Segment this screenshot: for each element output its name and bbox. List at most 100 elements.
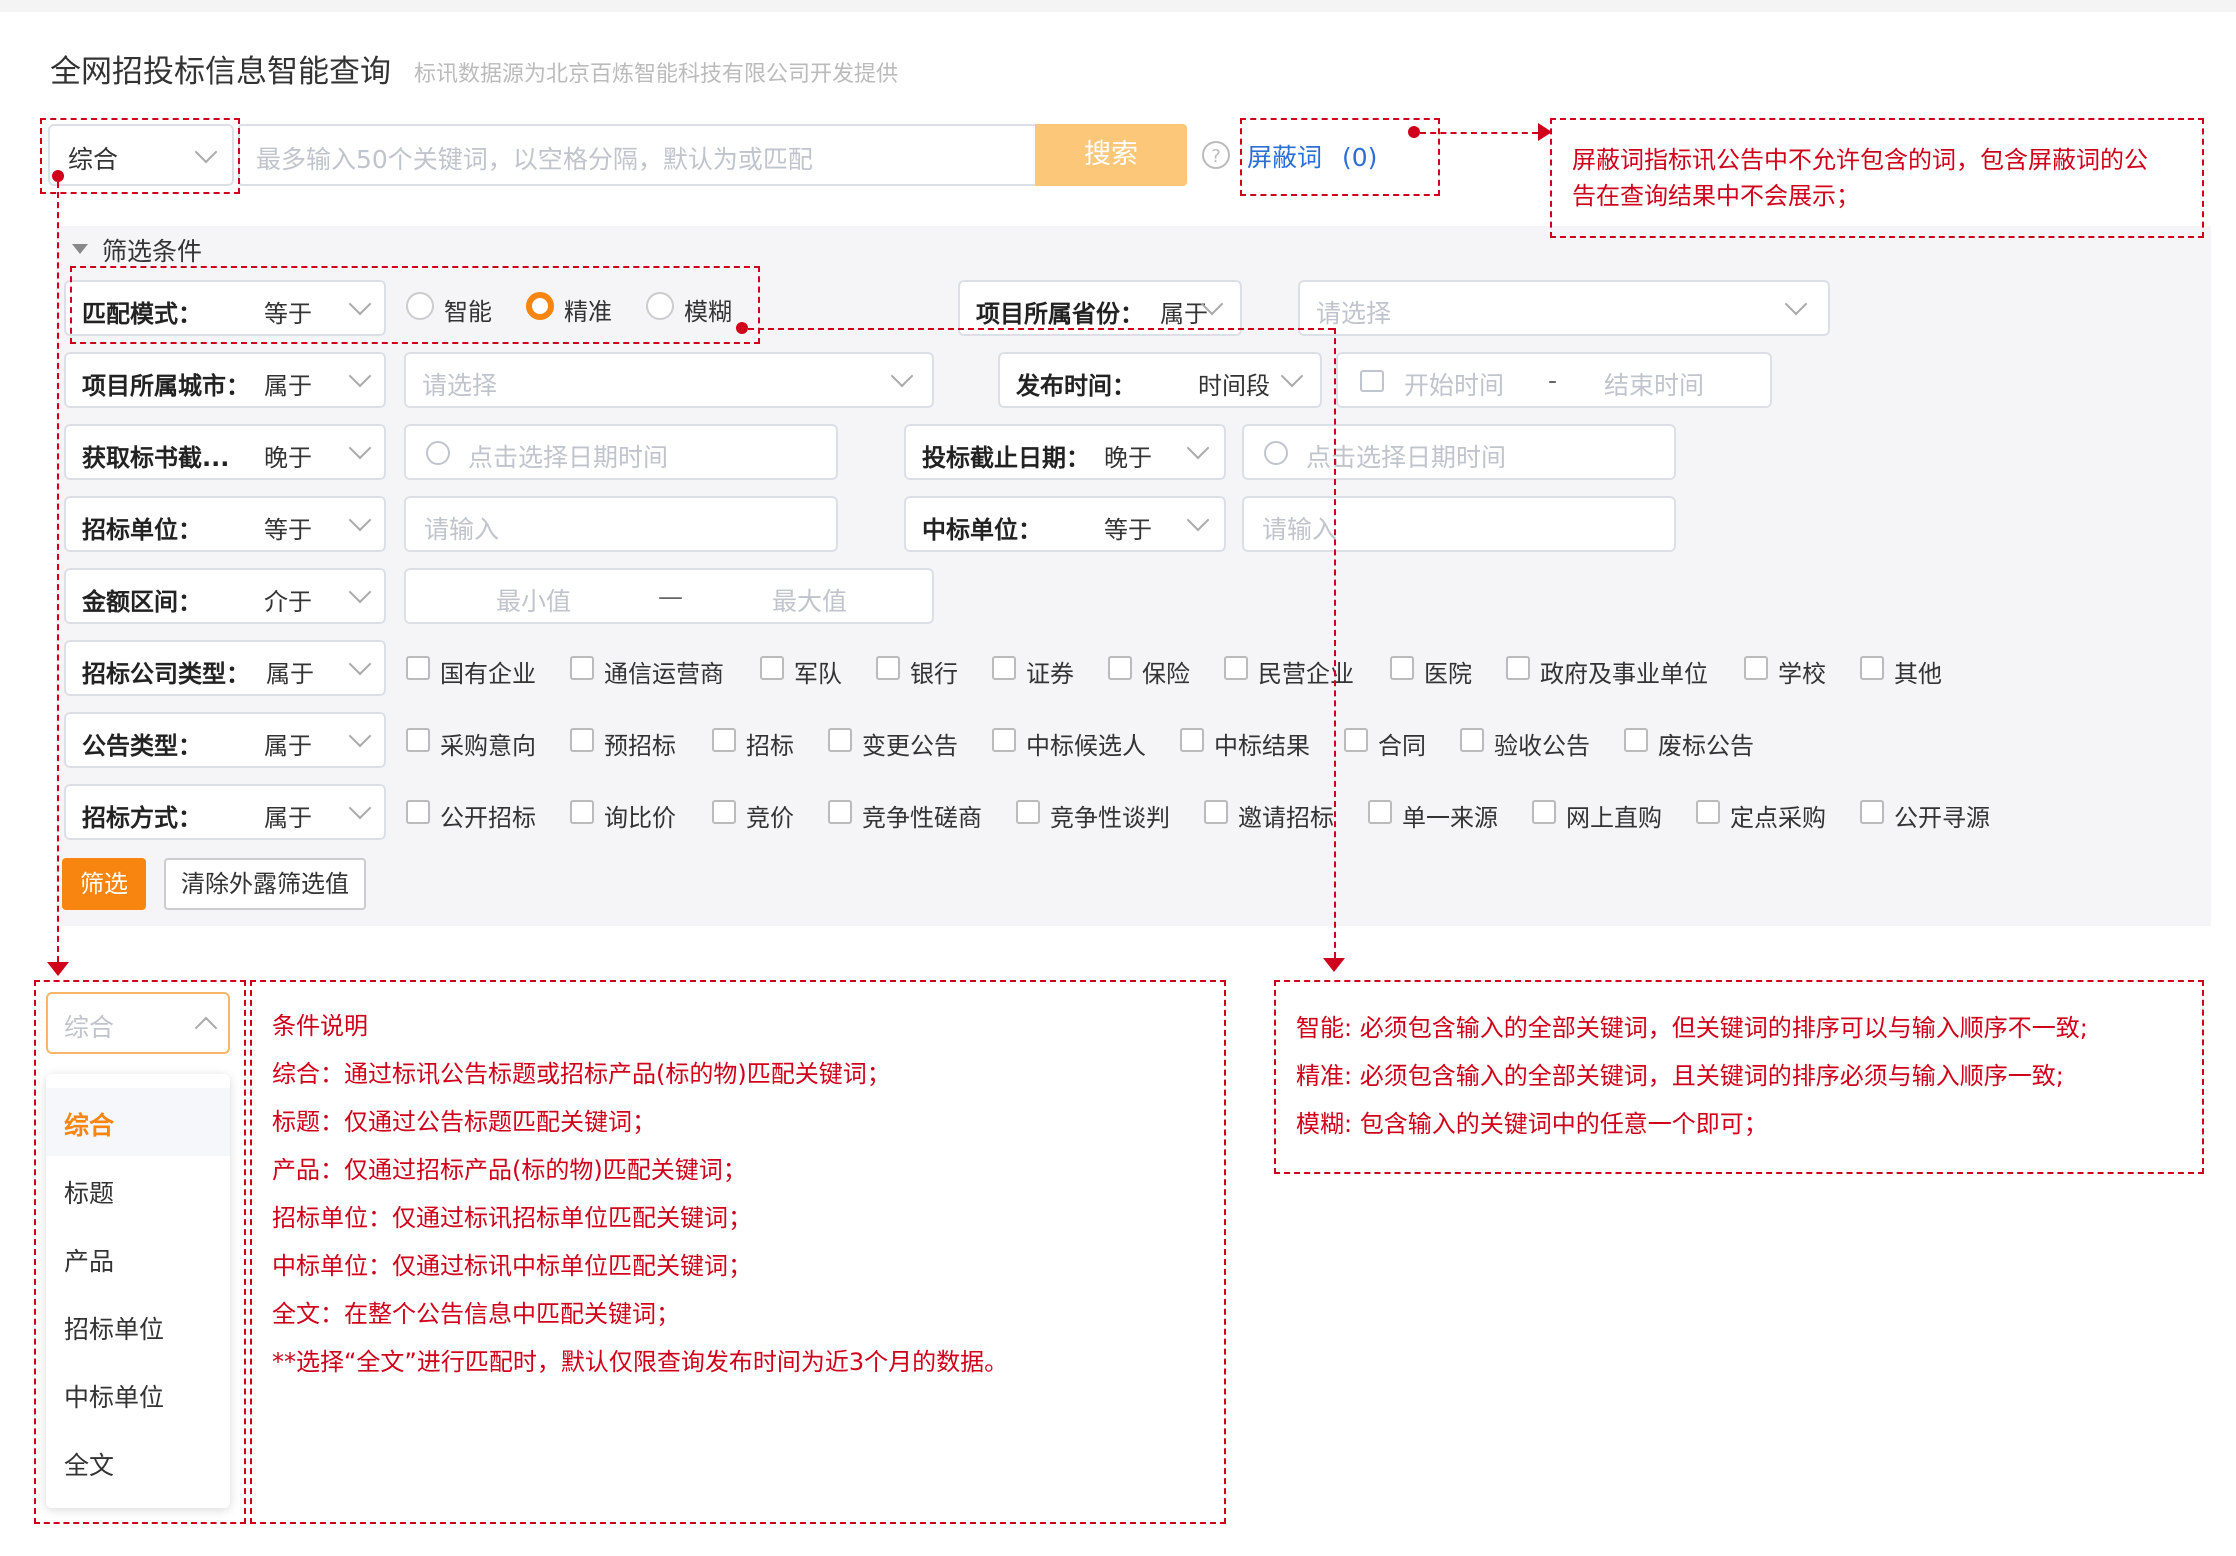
checkbox-label: 学校	[1778, 660, 1826, 688]
checkbox-label: 军队	[794, 660, 842, 688]
checkbox[interactable]	[1532, 800, 1556, 824]
doc-deadline-field[interactable]: 获取标书截... 晚于	[64, 424, 386, 480]
checkbox[interactable]	[712, 800, 736, 824]
amount-field[interactable]: 金额区间： 介于	[64, 568, 386, 624]
checkbox[interactable]	[406, 800, 430, 824]
checkbox-label: 询比价	[604, 804, 676, 832]
amount-range[interactable]: 最小值 — 最大值	[404, 568, 934, 624]
condition-note-line: 中标单位：仅通过标讯中标单位匹配关键词；	[272, 1252, 752, 1280]
province-placeholder: 请选择	[1316, 299, 1392, 328]
checkbox-label: 公开招标	[440, 804, 536, 832]
collapse-triangle-icon[interactable]	[72, 244, 88, 254]
condition-note-line: **选择“全文”进行匹配时，默认仅限查询发布时间为近3个月的数据。	[272, 1348, 1009, 1376]
company-type-field[interactable]: 招标公司类型： 属于	[64, 640, 386, 696]
checkbox[interactable]	[570, 800, 594, 824]
condition-note-line: 标题：仅通过公告标题匹配关键词；	[272, 1108, 656, 1136]
checkbox[interactable]	[876, 656, 900, 680]
winner-field[interactable]: 中标单位： 等于	[904, 496, 1226, 552]
checkbox[interactable]	[1016, 800, 1040, 824]
search-button[interactable]: 搜索	[1035, 124, 1187, 186]
doc-deadline-picker[interactable]: 点击选择日期时间	[404, 424, 838, 480]
chevron-down-icon	[1784, 292, 1808, 316]
checkbox-label: 验收公告	[1494, 732, 1590, 760]
checkbox[interactable]	[1860, 656, 1884, 680]
chevron-down-icon	[348, 364, 372, 388]
checkbox[interactable]	[1390, 656, 1414, 680]
checkbox[interactable]	[406, 656, 430, 680]
checkbox[interactable]	[992, 656, 1016, 680]
amount-min-placeholder[interactable]: 最小值	[496, 582, 571, 618]
bid-deadline-picker[interactable]: 点击选择日期时间	[1242, 424, 1676, 480]
publish-time-op: 时间段	[1198, 372, 1270, 400]
annotation-box-dropdown	[34, 980, 246, 1524]
chevron-down-icon	[348, 436, 372, 460]
checkbox[interactable]	[1624, 728, 1648, 752]
search-input[interactable]: 最多输入50个关键词，以空格分隔，默认为或匹配	[238, 124, 1038, 186]
bid-deadline-field[interactable]: 投标截止日期： 晚于	[904, 424, 1226, 480]
checkbox[interactable]	[1224, 656, 1248, 680]
checkbox[interactable]	[1344, 728, 1368, 752]
checkbox[interactable]	[406, 728, 430, 752]
condition-note-line: 产品：仅通过招标产品(标的物)匹配关键词；	[272, 1156, 747, 1184]
mask-note-line: 告在查询结果中不会展示；	[1572, 182, 1860, 210]
checkbox[interactable]	[1204, 800, 1228, 824]
checkbox[interactable]	[570, 656, 594, 680]
tenderer-field[interactable]: 招标单位： 等于	[64, 496, 386, 552]
checkbox-label: 竞争性谈判	[1050, 804, 1170, 832]
publish-date-range[interactable]: 开始时间 - 结束时间	[1336, 352, 1772, 408]
chevron-down-icon	[348, 652, 372, 676]
chevron-down-icon	[348, 724, 372, 748]
annotation-line	[1334, 328, 1336, 958]
publish-time-field[interactable]: 发布时间： 时间段	[998, 352, 1322, 408]
checkbox[interactable]	[1860, 800, 1884, 824]
filter-button[interactable]: 筛选	[62, 858, 146, 910]
checkbox[interactable]	[1460, 728, 1484, 752]
condition-note-line: 综合：通过标讯公告标题或招标产品(标的物)匹配关键词；	[272, 1060, 891, 1088]
city-placeholder: 请选择	[422, 371, 498, 400]
amount-max-placeholder[interactable]: 最大值	[772, 582, 847, 618]
doc-deadline-label: 获取标书截...	[82, 444, 230, 472]
clock-icon	[426, 441, 450, 465]
help-icon[interactable]: ?	[1202, 141, 1230, 169]
checkbox[interactable]	[1180, 728, 1204, 752]
checkbox[interactable]	[712, 728, 736, 752]
chevron-down-icon	[1280, 364, 1304, 388]
range-separator: -	[1548, 366, 1558, 395]
checkbox[interactable]	[828, 800, 852, 824]
notice-type-op: 属于	[264, 732, 312, 760]
city-op: 属于	[264, 372, 312, 400]
chevron-down-icon	[348, 796, 372, 820]
search-input-placeholder: 最多输入50个关键词，以空格分隔，默认为或匹配	[256, 145, 813, 174]
publish-time-label: 发布时间：	[1016, 372, 1136, 400]
tenderer-input[interactable]: 请输入	[404, 496, 838, 552]
page-subtitle: 标讯数据源为北京百炼智能科技有限公司开发提供	[414, 62, 899, 87]
checkbox-label: 政府及事业单位	[1540, 660, 1708, 688]
checkbox[interactable]	[1696, 800, 1720, 824]
checkbox[interactable]	[992, 728, 1016, 752]
bid-method-field[interactable]: 招标方式： 属于	[64, 784, 386, 840]
checkbox[interactable]	[1108, 656, 1132, 680]
condition-note-line: 招标单位：仅通过标讯招标单位匹配关键词；	[272, 1204, 752, 1232]
winner-input[interactable]: 请输入	[1242, 496, 1676, 552]
checkbox-label: 公开寻源	[1894, 804, 1990, 832]
checkbox-label: 竞争性磋商	[862, 804, 982, 832]
checkbox[interactable]	[1368, 800, 1392, 824]
annotation-arrow	[47, 962, 69, 976]
clear-filters-button[interactable]: 清除外露筛选值	[164, 858, 366, 910]
winner-label: 中标单位：	[922, 516, 1042, 544]
checkbox-label: 证券	[1026, 660, 1074, 688]
match-note-line: 模糊: 包含输入的关键词中的任意一个即可；	[1296, 1110, 1768, 1138]
checkbox[interactable]	[570, 728, 594, 752]
city-field[interactable]: 项目所属城市： 属于	[64, 352, 386, 408]
city-select[interactable]: 请选择	[404, 352, 934, 408]
notice-type-field[interactable]: 公告类型： 属于	[64, 712, 386, 768]
checkbox[interactable]	[1506, 656, 1530, 680]
bid-deadline-op: 晚于	[1104, 444, 1152, 472]
checkbox[interactable]	[760, 656, 784, 680]
checkbox-label: 中标结果	[1214, 732, 1310, 760]
checkbox[interactable]	[828, 728, 852, 752]
company-type-op: 属于	[266, 660, 314, 688]
checkbox[interactable]	[1744, 656, 1768, 680]
province-label: 项目所属省份：	[976, 300, 1144, 328]
province-select[interactable]: 请选择	[1298, 280, 1830, 336]
